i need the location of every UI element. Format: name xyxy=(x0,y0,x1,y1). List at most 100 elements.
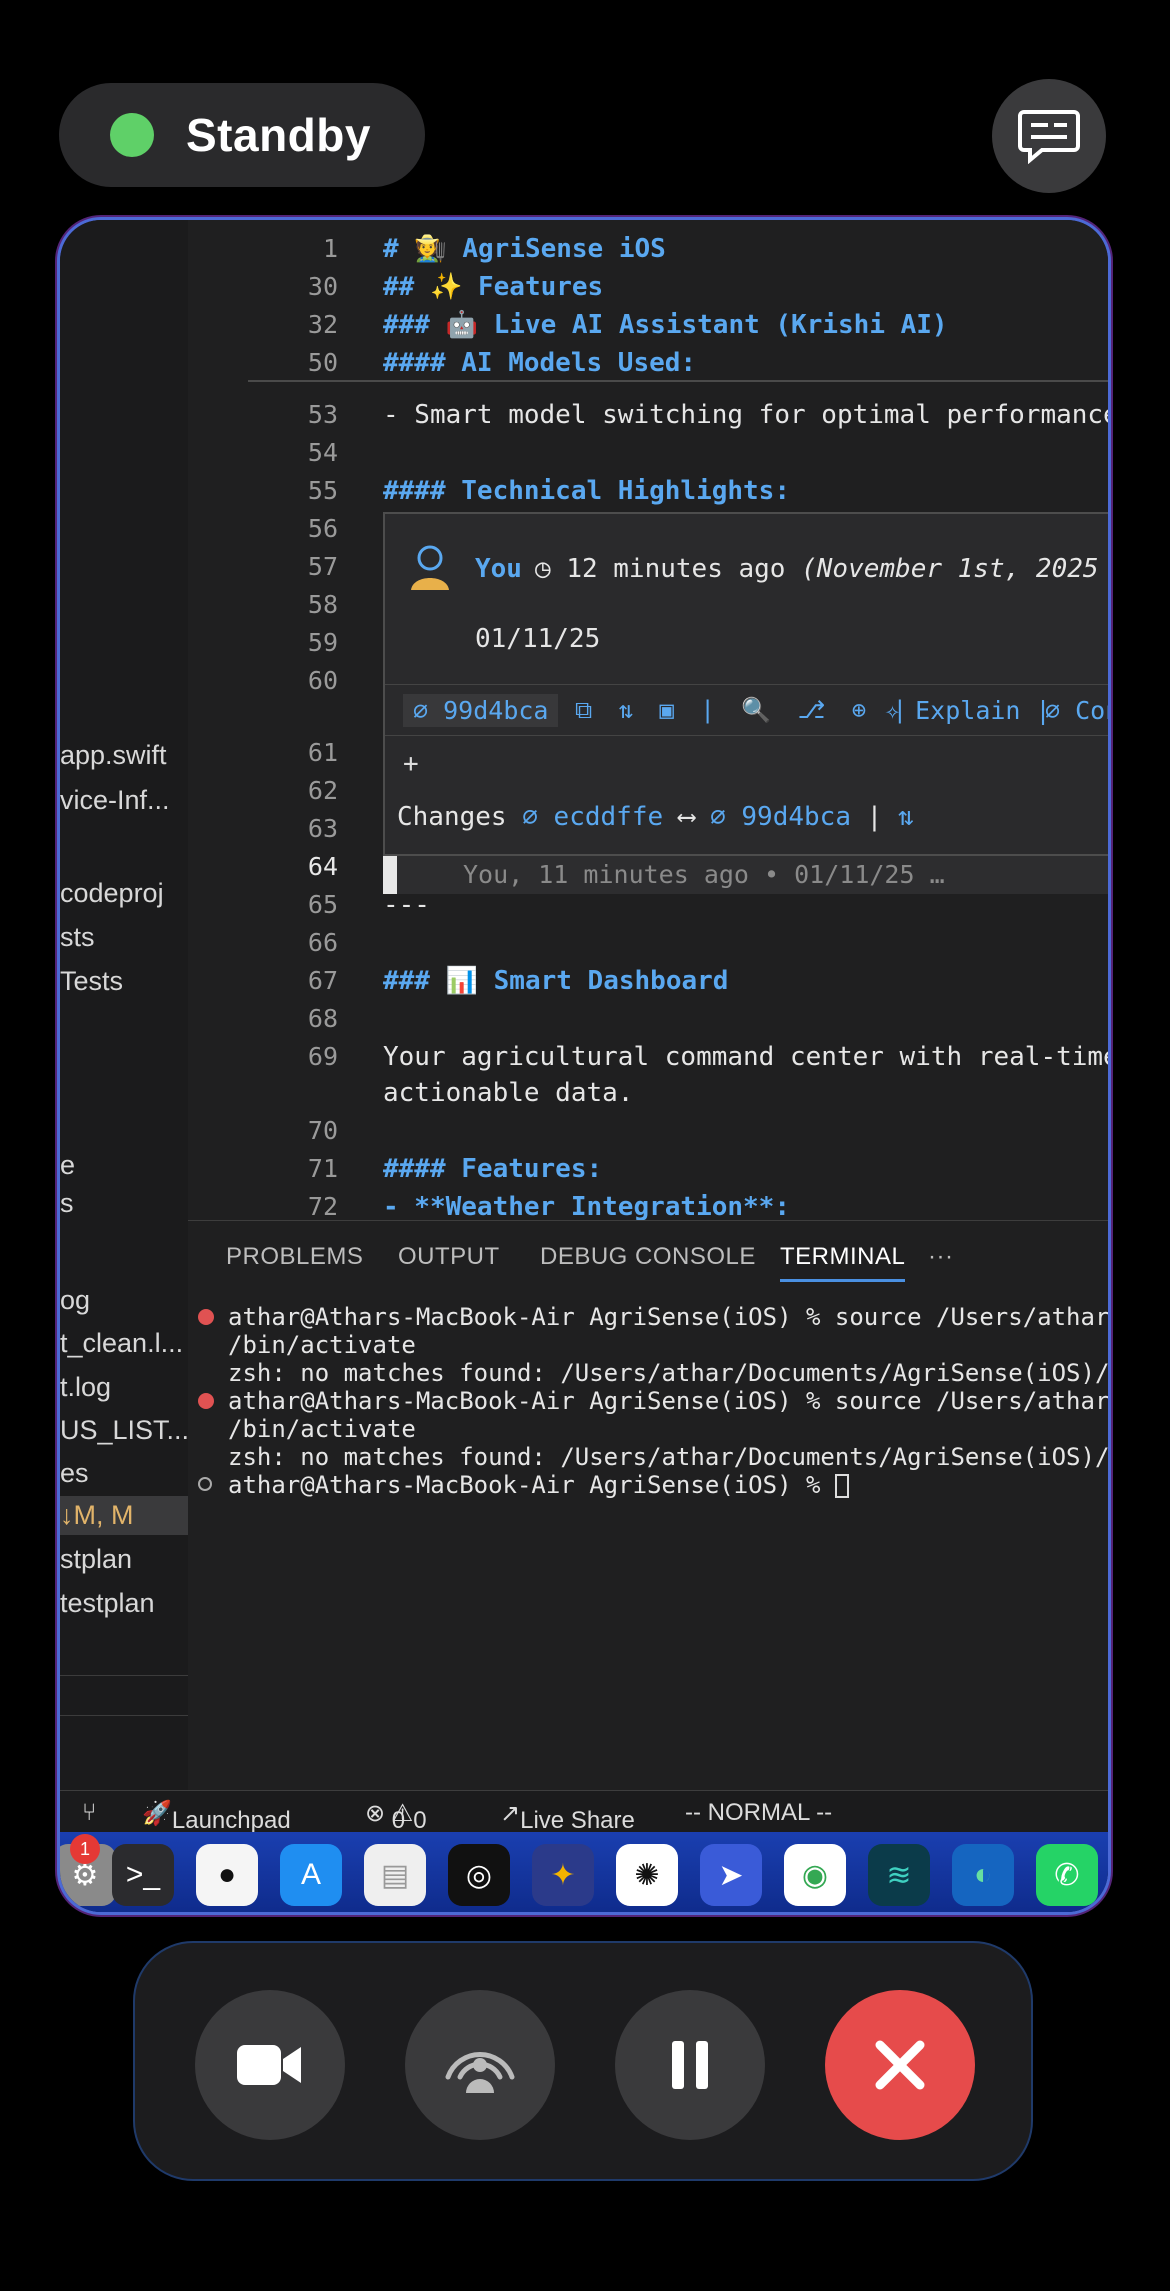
line-number: 1 xyxy=(322,234,338,263)
explain-button[interactable]: ✧ Explain | xyxy=(885,696,1051,725)
running-indicator xyxy=(981,1912,986,1915)
wave-app-icon[interactable]: ≋ xyxy=(868,1844,930,1906)
explorer-item[interactable]: stplan xyxy=(60,1544,132,1575)
sticky-line[interactable]: # 🧑‍🌾 AgriSense iOS xyxy=(383,234,666,264)
end-call-button[interactable] xyxy=(825,1990,975,2140)
terminal-line: athar@Athars-MacBook-Air AgriSense(iOS) … xyxy=(228,1387,1111,1415)
line-number: 54 xyxy=(307,438,338,467)
tab-terminal[interactable]: TERMINAL xyxy=(780,1243,906,1282)
explorer-item[interactable]: app.swift xyxy=(60,740,167,771)
explorer-item[interactable]: s xyxy=(60,1188,74,1219)
line-number: 55 xyxy=(307,476,338,505)
launchpad-item[interactable]: 🚀 Launchpad xyxy=(142,1799,291,1834)
running-indicator xyxy=(141,1912,146,1915)
status-dot xyxy=(110,113,154,157)
tab-output[interactable]: OUTPUT xyxy=(398,1243,500,1271)
code-line: Your agricultural command center with re… xyxy=(383,1042,1111,1072)
source-control-icon[interactable]: ⑂ xyxy=(82,1799,96,1827)
explorer-item[interactable]: codeproj xyxy=(60,878,164,909)
more-tabs-button[interactable]: ··· xyxy=(928,1243,953,1271)
explorer-item[interactable]: e xyxy=(60,1150,75,1181)
current-line-blame: You, 11 minutes ago • 01/11/25 … xyxy=(383,856,1108,894)
line-number: 56 xyxy=(307,514,338,543)
chat-button[interactable] xyxy=(992,79,1106,193)
problems-count[interactable]: ⊗ 0 ⚠ 0 xyxy=(365,1799,427,1834)
line-number: 72 xyxy=(307,1192,338,1221)
app-store-icon[interactable]: A xyxy=(280,1844,342,1906)
terminal-prompt[interactable]: athar@Athars-MacBook-Air AgriSense(iOS) … xyxy=(228,1471,849,1499)
line-number: 32 xyxy=(307,310,338,339)
line-number: 63 xyxy=(307,814,338,843)
running-indicator xyxy=(645,1912,650,1915)
explorer-item[interactable]: US_LIST... xyxy=(60,1415,189,1446)
git-blame-hover: You ◷ 12 minutes ago (November 1st, 2025… xyxy=(383,512,1108,856)
tab-problems[interactable]: PROBLEMS xyxy=(226,1243,363,1271)
live-share-item[interactable]: ↗ Live Share xyxy=(500,1799,635,1834)
explorer-item[interactable]: sts xyxy=(60,922,95,953)
inline-blame-text: You, 11 minutes ago • 01/11/25 … xyxy=(463,860,945,889)
tab-debug-console[interactable]: DEBUG CONSOLE xyxy=(540,1243,756,1271)
code-line: actionable data. xyxy=(383,1078,634,1108)
code-line: - **Weather Integration**: xyxy=(383,1192,790,1222)
error-icon xyxy=(198,1309,214,1325)
terminal-cursor xyxy=(834,1474,849,1498)
explorer-item[interactable]: es xyxy=(60,1458,89,1489)
whatsapp-icon[interactable]: ✆ xyxy=(1036,1844,1098,1906)
terminal-line: zsh: no matches found: /Users/athar/Docu… xyxy=(228,1359,1111,1387)
code-line: ### 📊 Smart Dashboard xyxy=(383,966,729,996)
audio-route-button[interactable] xyxy=(405,1990,555,2140)
document-icon[interactable]: ▤ xyxy=(364,1844,426,1906)
close-icon xyxy=(875,2040,925,2090)
history-icon: ◷ xyxy=(535,554,551,584)
terminal-icon[interactable]: >_ xyxy=(112,1844,174,1906)
line-number: 57 xyxy=(307,552,338,581)
terminal-line: athar@Athars-MacBook-Air AgriSense(iOS) … xyxy=(228,1303,1111,1331)
sticky-line[interactable]: ## ✨ Features xyxy=(383,272,603,302)
chrome-icon[interactable]: ◉ xyxy=(784,1844,846,1906)
camera-button[interactable] xyxy=(195,1990,345,2140)
code-editor[interactable]: 1 30 32 50 53 54 55 56 57 58 59 60 61 62… xyxy=(188,220,1111,1222)
explorer-item[interactable]: t.log xyxy=(60,1372,111,1403)
code-line: - Smart model switching for optimal perf… xyxy=(383,400,1111,430)
commit-author[interactable]: You xyxy=(475,554,522,584)
running-indicator xyxy=(225,1912,230,1915)
sticky-scroll-divider xyxy=(248,380,1108,382)
hover-action-icons[interactable]: ⧉ ⇅ ▣ | 🔍 ⎇ ⊕ | xyxy=(575,696,913,724)
explorer-item[interactable]: testplan xyxy=(60,1588,155,1619)
chatgpt-icon[interactable]: ✺ xyxy=(616,1844,678,1906)
explorer-item[interactable]: Tests xyxy=(60,966,123,997)
user-avatar-icon xyxy=(411,545,449,590)
running-indicator xyxy=(897,1912,902,1915)
plus-icon[interactable]: + xyxy=(403,749,419,779)
sticky-line[interactable]: ### 🤖 Live AI Assistant (Krishi AI) xyxy=(383,310,948,340)
explorer-item[interactable]: vice-Inf... xyxy=(60,785,170,816)
line-number-current: 64 xyxy=(307,852,338,881)
file-explorer: app.swift vice-Inf... codeproj sts Tests… xyxy=(60,220,189,1790)
call-controls xyxy=(133,1941,1033,2181)
changes-row[interactable]: Changes ⌀ ecddffe ⟷ ⌀ 99d4bca | ⇅ xyxy=(397,802,914,832)
airplay-audio-icon xyxy=(445,2051,515,2093)
terminal-line: zsh: no matches found: /Users/athar/Docu… xyxy=(228,1443,1111,1471)
pause-button[interactable] xyxy=(615,1990,765,2140)
sticky-line[interactable]: #### AI Models Used: xyxy=(383,348,696,378)
compare-icon[interactable]: ⇅ xyxy=(898,802,914,832)
terminal-line: /bin/activate xyxy=(228,1331,416,1359)
error-icon xyxy=(198,1393,214,1409)
connect-button[interactable]: ⌀ Connect xyxy=(1045,696,1108,725)
explorer-item[interactable]: og xyxy=(60,1285,90,1316)
dark-app-icon[interactable]: ◎ xyxy=(448,1844,510,1906)
edge-icon[interactable]: ◐ xyxy=(952,1844,1014,1906)
status-bar: ⑂ 🚀 Launchpad ⊗ 0 ⚠ 0 ↗ Live Share -- NO… xyxy=(60,1790,1108,1834)
line-number: 60 xyxy=(307,666,338,695)
commit-hash-button[interactable]: ⌀ 99d4bca xyxy=(403,694,559,727)
chat-icon xyxy=(1018,110,1080,164)
github-icon[interactable]: ● xyxy=(196,1844,258,1906)
line-number: 69 xyxy=(307,1042,338,1071)
gemini-icon[interactable]: ✦ xyxy=(532,1844,594,1906)
line-number: 62 xyxy=(307,776,338,805)
notification-badge: 1 xyxy=(70,1834,100,1864)
explorer-item-selected[interactable]: ↓M, M xyxy=(60,1496,188,1535)
line-number: 50 xyxy=(307,348,338,377)
explorer-item[interactable]: t_clean.l... xyxy=(60,1328,183,1359)
navigation-icon[interactable]: ➤ xyxy=(700,1844,762,1906)
